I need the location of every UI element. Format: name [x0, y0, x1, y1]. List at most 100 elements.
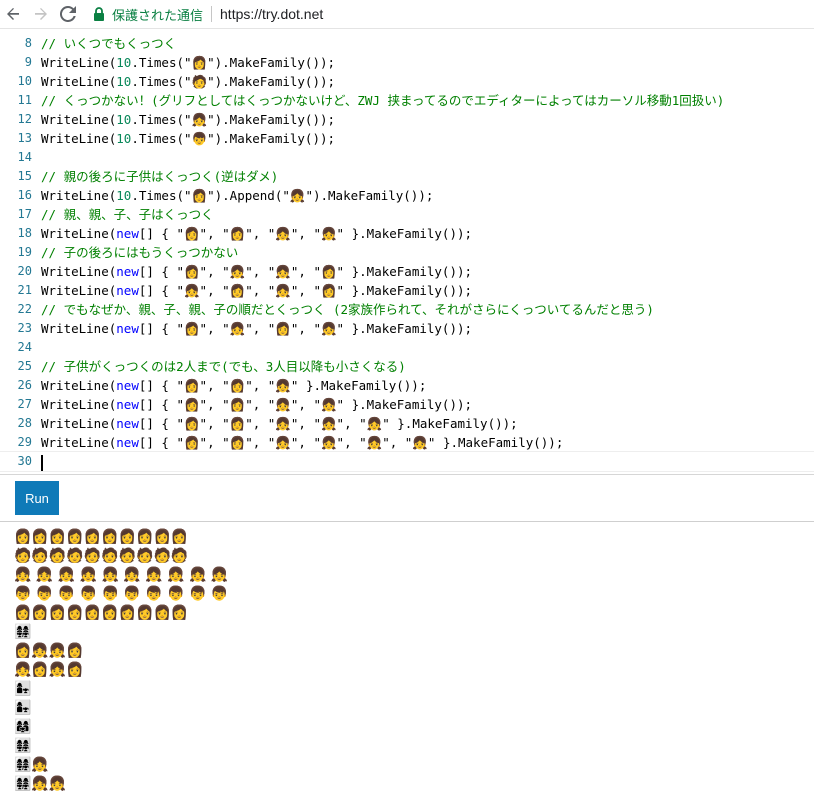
code-line[interactable]: 14	[0, 148, 814, 167]
code-text: WriteLine(new[] { "👩", "👩", "👧", "👧", "👧…	[41, 433, 563, 452]
browser-toolbar: 保護された通信 https://try.dot.net	[0, 0, 814, 29]
code-line[interactable]: 13 WriteLine(10.Times("👦").MakeFamily());	[0, 129, 814, 148]
code-token: WriteLine(	[41, 416, 117, 431]
line-number: 10	[17, 74, 32, 88]
code-line[interactable]: 23 WriteLine(new[] { "👩", "👧", "👩", "👧" }…	[0, 319, 814, 338]
code-line[interactable]: 8 // いくつでもくっつく	[0, 34, 814, 53]
code-text	[41, 452, 43, 471]
code-token: .Times("🧑").MakeFamily());	[131, 74, 336, 89]
reload-icon[interactable]	[57, 3, 79, 25]
code-token: [] { "👩", "👩", "👧", "👧" }.MakeFamily());	[138, 226, 473, 241]
code-line[interactable]: 20 WriteLine(new[] { "👩", "👧", "👧", "👩" }…	[0, 262, 814, 281]
line-number: 29	[17, 435, 32, 449]
line-number: 13	[17, 131, 32, 145]
code-line[interactable]: 18 WriteLine(new[] { "👩", "👩", "👧", "👧" }…	[0, 224, 814, 243]
code-line[interactable]: 26 WriteLine(new[] { "👩", "👩", "👧" }.Make…	[0, 376, 814, 395]
output-line: 👧 👧 👧 👧 👧 👧 👧 👧 👧 👧	[14, 567, 229, 583]
code-text: WriteLine(10.Times("👩").MakeFamily());	[41, 53, 335, 72]
code-line[interactable]: 30	[0, 451, 814, 472]
code-keyword: new	[116, 321, 139, 336]
code-token: .Times("👩").MakeFamily());	[131, 55, 336, 70]
code-text: // くっつかない！(グリフとしてはくっつかないけど、ZWJ 挟まってるのでエデ…	[41, 91, 724, 110]
line-number: 14	[17, 150, 32, 164]
line-number: 24	[17, 340, 32, 354]
code-number: 10	[116, 55, 132, 70]
code-token: WriteLine(	[41, 74, 117, 89]
line-number: 12	[17, 112, 32, 126]
line-number: 22	[17, 302, 32, 316]
code-line[interactable]: 12 WriteLine(10.Times("👧").MakeFamily());	[0, 110, 814, 129]
code-line[interactable]: 29 WriteLine(new[] { "👩", "👩", "👧", "👧", …	[0, 433, 814, 452]
code-token: WriteLine(	[41, 226, 117, 241]
code-line[interactable]: 19 // 子の後ろにはもうくっつかない	[0, 243, 814, 262]
code-line[interactable]: 25 // 子供がくっつくのは2人まで(でも、3人目以降も小さくなる)	[0, 357, 814, 376]
code-number: 10	[116, 131, 132, 146]
code-keyword: new	[116, 416, 139, 431]
back-arrow-icon[interactable]	[2, 3, 24, 25]
editor-divider	[0, 474, 814, 475]
code-token: [] { "👩", "👧", "👧", "👩" }.MakeFamily());	[138, 264, 473, 279]
code-text: WriteLine(new[] { "👩", "👩", "👧", "👧" }.M…	[41, 395, 472, 414]
code-keyword: new	[116, 397, 139, 412]
code-text: WriteLine(new[] { "👧", "👩", "👧", "👩" }.M…	[41, 281, 472, 300]
code-line[interactable]: 21 WriteLine(new[] { "👧", "👩", "👧", "👩" }…	[0, 281, 814, 300]
code-line[interactable]: 27 WriteLine(new[] { "👩", "👩", "👧", "👧" }…	[0, 395, 814, 414]
code-token: [] { "👩", "👩", "👧", "👧", "👧", "👧" }.Make…	[138, 435, 564, 450]
code-line[interactable]: 11 // くっつかない！(グリフとしてはくっつかないけど、ZWJ 挟まってるので…	[0, 91, 814, 110]
code-line[interactable]: 9 WriteLine(10.Times("👩").MakeFamily());	[0, 53, 814, 72]
code-line[interactable]: 15 // 親の後ろに子供はくっつく(逆はダメ)	[0, 167, 814, 186]
output-divider	[0, 521, 814, 522]
address-bar[interactable]: 保護された通信 https://try.dot.net	[84, 0, 814, 28]
code-text: // 親、親、子、子はくっつく	[41, 205, 214, 224]
code-token: [] { "👩", "👩", "👧", "👧" }.MakeFamily());	[138, 397, 473, 412]
code-number: 10	[116, 188, 132, 203]
code-token: WriteLine(	[41, 131, 117, 146]
code-text: WriteLine(new[] { "👩", "👩", "👧", "👧", "👧…	[41, 414, 518, 433]
run-button[interactable]: Run	[15, 481, 59, 515]
code-comment: // 子供がくっつくのは2人まで(でも、3人目以降も小さくなる)	[41, 359, 406, 374]
line-number: 30	[17, 454, 32, 468]
code-text: // いくつでもくっつく	[41, 34, 176, 53]
code-text: // 子の後ろにはもうくっつかない	[41, 243, 238, 262]
code-keyword: new	[116, 264, 139, 279]
output-line: 👩👧👧👩	[14, 643, 84, 659]
code-line[interactable]: 17 // 親、親、子、子はくっつく	[0, 205, 814, 224]
code-comment: // 親の後ろに子供はくっつく(逆はダメ)	[41, 169, 279, 184]
code-token: WriteLine(	[41, 112, 117, 127]
code-number: 10	[116, 74, 132, 89]
line-number: 16	[17, 188, 32, 202]
code-text: WriteLine(new[] { "👩", "👩", "👧" }.MakeFa…	[41, 376, 426, 395]
output-line: 👩‍👧	[14, 681, 32, 697]
code-token: [] { "👩", "👩", "👧" }.MakeFamily());	[138, 378, 427, 393]
code-text: // 子供がくっつくのは2人まで(でも、3人目以降も小さくなる)	[41, 357, 406, 376]
code-text: WriteLine(10.Times("🧑").MakeFamily());	[41, 72, 335, 91]
line-number: 23	[17, 321, 32, 335]
code-comment: // 子の後ろにはもうくっつかない	[41, 245, 239, 260]
code-line[interactable]: 22 // でもなぜか、親、子、親、子の順だとくっつく (2家族作られて、それがさ…	[0, 300, 814, 319]
output-line: 👩‍👩‍👩‍👩‍👩‍👩‍👩‍👩‍👩‍👩	[14, 529, 189, 545]
code-comment: // いくつでもくっつく	[41, 36, 177, 51]
code-line[interactable]: 16 WriteLine(10.Times("👩").Append("👧").Ma…	[0, 186, 814, 205]
line-number: 27	[17, 397, 32, 411]
url-text[interactable]: https://try.dot.net	[220, 6, 323, 22]
code-keyword: new	[116, 378, 139, 393]
line-number: 28	[17, 416, 32, 430]
output-line: 👩‍👩‍👧‍👧‍👧‍👧	[14, 776, 67, 792]
code-token: .Times("👧").MakeFamily());	[131, 112, 336, 127]
line-number: 17	[17, 207, 32, 221]
forward-arrow-icon[interactable]	[30, 3, 52, 25]
line-number: 21	[17, 283, 32, 297]
code-token: WriteLine(	[41, 435, 117, 450]
code-token: WriteLine(	[41, 378, 117, 393]
code-line[interactable]: 10 WriteLine(10.Times("🧑").MakeFamily());	[0, 72, 814, 91]
code-text: WriteLine(10.Times("👩").Append("👧").Make…	[41, 186, 433, 205]
code-text: WriteLine(new[] { "👩", "👩", "👧", "👧" }.M…	[41, 224, 472, 243]
code-text: WriteLine(new[] { "👩", "👧", "👩", "👧" }.M…	[41, 319, 472, 338]
code-line[interactable]: 28 WriteLine(new[] { "👩", "👩", "👧", "👧", …	[0, 414, 814, 433]
output-line: 👩‍👩‍👧‍👧	[14, 738, 32, 754]
code-token: WriteLine(	[41, 188, 117, 203]
code-token: [] { "👩", "👧", "👩", "👧" }.MakeFamily());	[138, 321, 473, 336]
code-line[interactable]: 24	[0, 338, 814, 357]
code-token: .Times("👩").Append("👧").MakeFamily());	[131, 188, 434, 203]
code-editor[interactable]: 8// いくつでもくっつく 9 WriteLine(10.Times("👩").Ma…	[0, 34, 814, 474]
